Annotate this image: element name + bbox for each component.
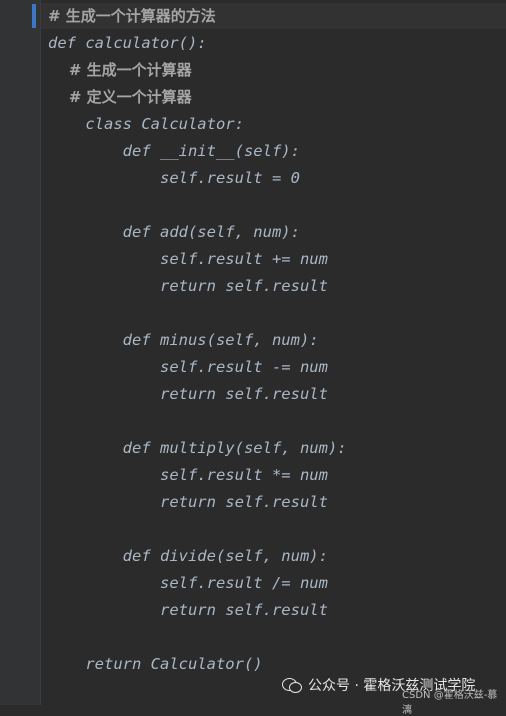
code-line: self.result /= num <box>48 574 328 592</box>
code-line-comment: # 定义一个计算器 <box>48 88 192 106</box>
code-line: return self.result <box>48 385 328 403</box>
code-line: self.result = 0 <box>48 169 300 187</box>
code-line: def calculator(): <box>48 34 207 52</box>
code-line: self.result += num <box>48 250 328 268</box>
code-line: class Calculator: <box>48 115 244 133</box>
code-line: self.result -= num <box>48 358 328 376</box>
wechat-icon <box>282 677 302 693</box>
code-line: def divide(self, num): <box>48 547 328 565</box>
code-editor[interactable]: # 生成一个计算器的方法 def calculator(): # 生成一个计算器… <box>0 0 506 716</box>
code-line-comment: # 生成一个计算器的方法 <box>48 7 216 25</box>
csdn-watermark: CSDN @霍格沃兹-慕漓 <box>402 690 498 716</box>
code-line: def minus(self, num): <box>48 331 319 349</box>
code-line: def add(self, num): <box>48 223 300 241</box>
code-line: self.result *= num <box>48 466 328 484</box>
code-line: return self.result <box>48 601 328 619</box>
code-line-comment: # 生成一个计算器 <box>48 61 192 79</box>
cursor-line-marker <box>32 4 36 28</box>
code-area[interactable]: # 生成一个计算器的方法 def calculator(): # 生成一个计算器… <box>48 3 498 678</box>
code-line: return self.result <box>48 493 328 511</box>
gutter-divider <box>40 0 41 705</box>
code-line: return self.result <box>48 277 328 295</box>
code-line: def __init__(self): <box>48 142 300 160</box>
code-line: def multiply(self, num): <box>48 439 347 457</box>
editor-gutter <box>0 0 40 705</box>
